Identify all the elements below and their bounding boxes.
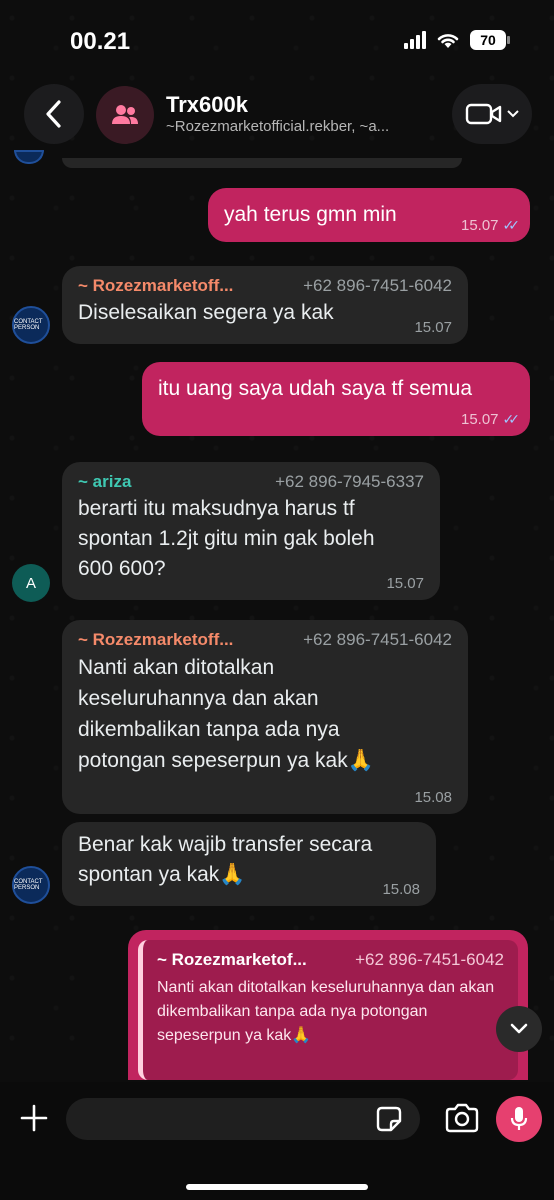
- battery-icon: 70: [470, 30, 510, 50]
- attach-button[interactable]: [14, 1098, 54, 1138]
- status-time: 00.21: [70, 28, 131, 55]
- group-title[interactable]: Trx600k: [166, 92, 248, 118]
- read-ticks-icon: ✓✓: [502, 217, 521, 233]
- group-members[interactable]: ~Rozezmarketofficial.rekber, ~a...: [166, 118, 436, 135]
- sender-phone: +62 896-7945-6337: [275, 472, 424, 491]
- quoted-sender: ~ Rozezmarketof...: [157, 950, 307, 969]
- sender-row: ~ ariza +62 896-7945-6337: [78, 472, 424, 492]
- message-outgoing[interactable]: itu uang saya udah saya tf semua 15.07 ✓✓: [142, 362, 530, 436]
- message-incoming[interactable]: ~ Rozezmarketoff... +62 896-7451-6042 Di…: [62, 266, 468, 344]
- previous-message-edge: [62, 158, 462, 168]
- camera-icon: [445, 1103, 479, 1133]
- camera-button[interactable]: [444, 1102, 480, 1134]
- message-outgoing[interactable]: yah terus gmn min 15.07 ✓✓: [208, 188, 530, 242]
- video-camera-icon: [465, 103, 502, 125]
- chevron-left-icon: [46, 100, 61, 128]
- composer-bar: [0, 1082, 554, 1200]
- message-text: Nanti akan ditotalkan keseluruhannya dan…: [78, 656, 374, 772]
- quoted-phone: +62 896-7451-6042: [355, 950, 504, 969]
- sticker-icon: [376, 1106, 402, 1132]
- sender-phone: +62 896-7451-6042: [303, 276, 452, 295]
- quoted-header: ~ Rozezmarketof... +62 896-7451-6042: [157, 950, 504, 970]
- message-time: 15.08: [414, 789, 452, 806]
- home-indicator[interactable]: [186, 1184, 368, 1190]
- quoted-text: Nanti akan ditotalkan keseluruhannya dan…: [157, 979, 495, 1044]
- message-time: 15.07: [386, 575, 424, 592]
- sender-avatar-rozez[interactable]: CONTACT PERSON: [12, 306, 50, 344]
- read-ticks-icon: ✓✓: [502, 411, 521, 427]
- plus-icon: [20, 1104, 48, 1132]
- wifi-icon: [437, 34, 459, 48]
- message-text: Diselesaikan segera ya kak: [78, 301, 334, 324]
- status-icons: 70: [404, 30, 510, 50]
- chat-header: Trx600k ~Rozezmarketofficial.rekber, ~a.…: [0, 78, 554, 158]
- message-text: Benar kak wajib transfer secara spontan …: [78, 833, 373, 886]
- microphone-icon: [510, 1107, 528, 1130]
- message-time: 15.07 ✓✓: [460, 217, 521, 234]
- message-time: 15.07: [414, 319, 452, 336]
- message-incoming[interactable]: ~ Rozezmarketoff... +62 896-7451-6042 Na…: [62, 620, 468, 814]
- group-icon: [112, 105, 138, 124]
- quoted-message[interactable]: ~ Rozezmarketof... +62 896-7451-6042 Nan…: [138, 940, 518, 1080]
- group-avatar[interactable]: [96, 86, 154, 144]
- message-input[interactable]: [66, 1098, 420, 1140]
- message-incoming[interactable]: ~ ariza +62 896-7945-6337 berarti itu ma…: [62, 462, 440, 600]
- back-button[interactable]: [24, 84, 84, 144]
- sticker-button[interactable]: [374, 1104, 404, 1134]
- chevron-down-icon: [510, 1023, 528, 1034]
- message-time: 15.08: [382, 881, 420, 898]
- voice-record-button[interactable]: [496, 1096, 542, 1142]
- sender-name[interactable]: ~ ariza: [78, 472, 131, 492]
- signal-icon: [404, 31, 426, 49]
- message-outgoing-reply[interactable]: ~ Rozezmarketof... +62 896-7451-6042 Nan…: [128, 930, 528, 1080]
- video-call-button[interactable]: [452, 84, 532, 144]
- message-text: itu uang saya udah saya tf semua: [158, 377, 473, 400]
- message-text: berarti itu maksudnya harus tf spontan 1…: [78, 497, 375, 580]
- sender-avatar-rozez[interactable]: CONTACT PERSON: [12, 866, 50, 904]
- chevron-down-icon: [507, 110, 519, 118]
- status-bar: 00.21 70: [0, 0, 554, 80]
- sender-avatar-ariza[interactable]: A: [12, 564, 50, 602]
- sender-phone: +62 896-7451-6042: [303, 630, 452, 649]
- sender-row: ~ Rozezmarketoff... +62 896-7451-6042: [78, 276, 452, 296]
- sender-name[interactable]: ~ Rozezmarketoff...: [78, 276, 233, 296]
- message-incoming[interactable]: Benar kak wajib transfer secara spontan …: [62, 822, 436, 906]
- scroll-to-bottom-button[interactable]: [496, 1006, 542, 1052]
- message-time: 15.07 ✓✓: [460, 411, 521, 428]
- sender-name[interactable]: ~ Rozezmarketoff...: [78, 630, 233, 650]
- sender-row: ~ Rozezmarketoff... +62 896-7451-6042: [78, 630, 452, 650]
